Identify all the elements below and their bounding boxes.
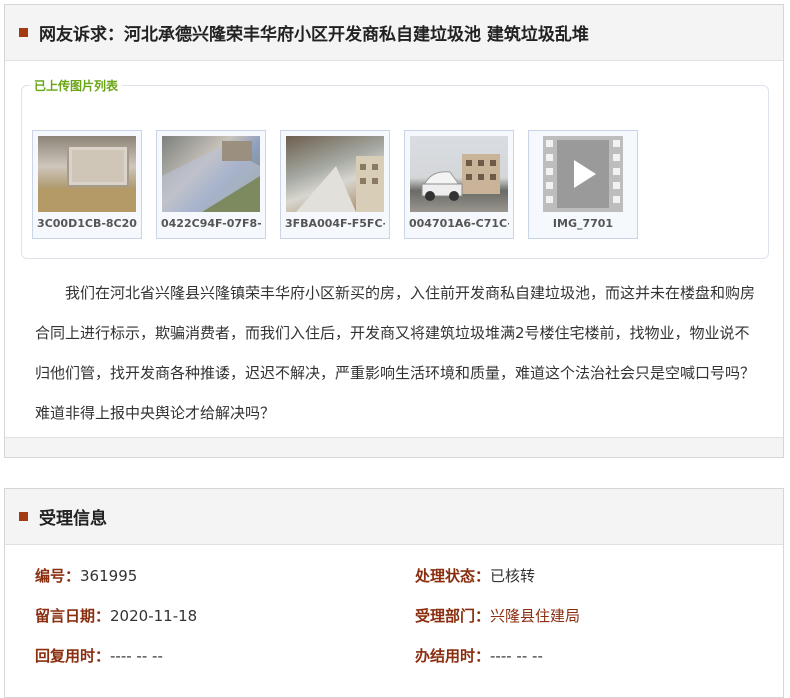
record-id-label: 编号： — [35, 567, 81, 585]
attachment-caption: 004701A6-C71C- — [409, 217, 509, 230]
acceptance-panel: 受理信息 编号：361995 处理状态：已核转 留言日期：2020-11-18 … — [4, 488, 784, 698]
handling-department-link[interactable]: 兴隆县住建局 — [490, 607, 580, 625]
square-bullet-icon — [19, 28, 28, 37]
complaint-panel-header: 网友诉求：河北承德兴隆荣丰华府小区开发商私自建垃圾池 建筑垃圾乱堆 — [5, 5, 783, 61]
record-id-value: 361995 — [80, 567, 138, 585]
gallery-label: 已上传图片列表 — [34, 79, 119, 93]
complaint-body: 我们在河北省兴隆县兴隆镇荣丰华府小区新买的房，入住前开发商私自建垃圾池，而这并未… — [35, 284, 756, 422]
record-id: 编号：361995 — [35, 565, 137, 586]
attachment-caption: 0422C94F-07F8- — [161, 217, 261, 230]
panel-footer — [5, 437, 783, 457]
completion-time-value: ---- -- -- — [490, 647, 543, 665]
process-status-label: 处理状态： — [415, 567, 491, 585]
acceptance-panel-header: 受理信息 — [5, 489, 783, 545]
square-bullet-icon — [19, 512, 28, 521]
complaint-panel: 网友诉求：河北承德兴隆荣丰华府小区开发商私自建垃圾池 建筑垃圾乱堆 已上传图片列… — [4, 4, 784, 458]
reply-time-label: 回复用时： — [35, 647, 111, 665]
attachment-caption: IMG_7701 — [552, 217, 614, 230]
process-status: 处理状态：已核转 — [415, 565, 535, 586]
attachment-thumbnail-5[interactable]: IMG_7701 — [528, 130, 638, 239]
acceptance-title: 受理信息 — [39, 509, 107, 529]
process-status-value: 已核转 — [490, 567, 536, 585]
photo-thumbnail — [286, 136, 384, 212]
message-date: 留言日期：2020-11-18 — [35, 605, 197, 626]
attachment-thumbnail-1[interactable]: 3C00D1CB-8C20 — [32, 130, 142, 239]
attachment-thumbnail-4[interactable]: 004701A6-C71C- — [404, 130, 514, 239]
handling-department-label: 受理部门： — [415, 607, 491, 625]
completion-time-label: 办结用时： — [415, 647, 491, 665]
attachment-caption: 3C00D1CB-8C20 — [37, 217, 137, 230]
photo-thumbnail — [38, 136, 136, 212]
complaint-title: 网友诉求：河北承德兴隆荣丰华府小区开发商私自建垃圾池 建筑垃圾乱堆 — [39, 25, 589, 45]
attachment-caption: 3FBA004F-F5FC- — [285, 217, 385, 230]
reply-time-value: ---- -- -- — [110, 647, 163, 665]
handling-department: 受理部门：兴隆县住建局 — [415, 605, 580, 626]
attachment-thumbnail-3[interactable]: 3FBA004F-F5FC- — [280, 130, 390, 239]
completion-time: 办结用时：---- -- -- — [415, 645, 543, 666]
attachment-gallery: 已上传图片列表 3C00D1CB-8C20 0422C94F-07F8- 3FB… — [21, 77, 769, 259]
video-play-icon — [543, 136, 623, 212]
photo-thumbnail — [410, 136, 508, 212]
attachment-thumbnail-2[interactable]: 0422C94F-07F8- — [156, 130, 266, 239]
message-date-value: 2020-11-18 — [110, 607, 198, 625]
reply-time: 回复用时：---- -- -- — [35, 645, 163, 666]
message-date-label: 留言日期： — [35, 607, 111, 625]
photo-thumbnail — [162, 136, 260, 212]
